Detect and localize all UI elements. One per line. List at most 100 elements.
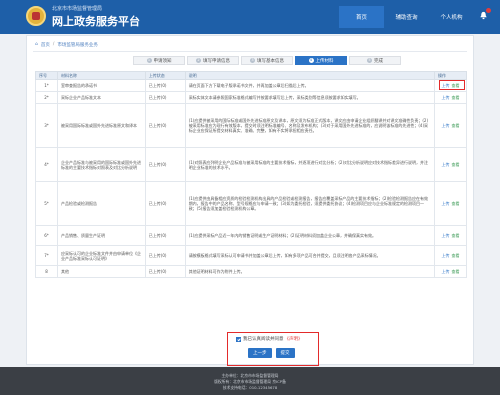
view-link[interactable]: 查看 xyxy=(452,95,460,100)
row-status: 已上传(0) xyxy=(144,265,186,278)
row-status: 已上传(0) xyxy=(144,103,186,148)
row-ops: 上传 查看 xyxy=(434,225,467,246)
row-name: 应采标认可的企业标准文件并由申请单位《企业产品标准采标认可证明》 xyxy=(56,245,146,266)
breadcrumb-home[interactable]: 首页 xyxy=(41,42,50,48)
top-header: 北京市市场监督管理局 网上政务服务平台 首页 辅助查询 个人机构 xyxy=(0,0,500,34)
highlight-submit-callout: 我已认真阅读并同意 《声明》 上一步 提交 xyxy=(227,332,319,366)
row-no: 4* xyxy=(35,147,58,182)
header-name: 材料名称 xyxy=(56,71,146,80)
row-no: 8 xyxy=(35,265,58,278)
page: 北京市市场监督管理局 网上政务服务平台 首页 辅助查询 个人机构 ⌂ 首页 / … xyxy=(0,0,500,395)
emblem-logo-icon xyxy=(26,6,46,26)
row-ops: 上传 查看 xyxy=(434,91,467,104)
main-nav: 首页 辅助查询 个人机构 xyxy=(339,6,474,28)
view-link[interactable]: 查看 xyxy=(452,162,460,167)
step-1: 1 申请须知 xyxy=(133,56,185,65)
row-note: (1)应提供被采用的国际标准或国外先进标准原文及译本，原文须为标准正式版本，译文… xyxy=(184,103,436,148)
upload-link[interactable]: 上传 xyxy=(442,95,450,100)
table-row: 1* 室审查报告的承诺书 已上传(0) 请在页面下方下载电子版承诺书文件，并再加… xyxy=(35,79,467,92)
row-no: 3* xyxy=(35,103,58,148)
row-no: 6* xyxy=(35,225,58,246)
row-note: (1)应提供由具备相应资质的检验检测机构出具的产品检验或检测报告，报告应覆盖采标… xyxy=(184,181,436,226)
row-no: 7* xyxy=(35,245,58,266)
row-status: 已上传(0) xyxy=(144,245,186,266)
row-status: 已上传(0) xyxy=(144,225,186,246)
brand-title: 网上政务服务平台 xyxy=(52,15,140,28)
row-note: 请在页面下方下载电子版承诺书文件，并再加盖公章后扫描后上传。 xyxy=(184,79,436,92)
row-ops: 上传 查看 xyxy=(434,245,467,266)
upload-link[interactable]: 上传 xyxy=(442,201,450,206)
step-2: 2 填写申请信息 xyxy=(187,56,239,65)
row-status: 已上传(0) xyxy=(144,147,186,182)
highlight-ops-callout xyxy=(439,80,465,90)
row-ops: 上传 查看 xyxy=(434,181,467,226)
footer-support: 技术支持电话：010-12345678 xyxy=(222,385,278,390)
nav-assist-query[interactable]: 辅助查询 xyxy=(384,6,429,28)
breadcrumb-separator: / xyxy=(52,42,55,47)
agree-text: 我已认真阅读并同意 xyxy=(243,337,284,342)
table-row: 2* 采标企业产品标准文本 已上传(0) 采标实体文本请参照国家标准格式编写并按… xyxy=(35,91,467,104)
row-status: 已上传(0) xyxy=(144,181,186,226)
table-row: 3* 被采用国际标准或国外先进标准原文和译本 已上传(0) (1)应提供被采用的… xyxy=(35,103,467,148)
prev-step-button[interactable]: 上一步 xyxy=(248,348,272,358)
agreement-row: 我已认真阅读并同意 《声明》 xyxy=(236,336,303,342)
view-link[interactable]: 查看 xyxy=(452,233,460,238)
breadcrumb-current[interactable]: 市场监管局服务业务 xyxy=(57,42,98,48)
row-name: 其他 xyxy=(56,265,146,278)
header-ops: 操作 xyxy=(434,71,467,80)
row-name: 产品销售、质量生产证明 xyxy=(56,225,146,246)
step-3: 3 填写基本信息 xyxy=(241,56,293,65)
notification-badge xyxy=(486,8,491,13)
view-link[interactable]: 查看 xyxy=(452,201,460,206)
row-ops: 上传 查看 xyxy=(434,147,467,182)
view-link[interactable]: 查看 xyxy=(452,269,460,274)
upload-link[interactable]: 上传 xyxy=(442,233,450,238)
table-row: 4* 企业产品标准与被采用的国际标准或国外先进标准的主要技术指标对照表及对比分析… xyxy=(35,147,467,182)
progress-steps: 1 申请须知 2 填写申请信息 3 填写基本信息 4 上传材料 5 完成 xyxy=(133,56,403,65)
header-note: 说明 xyxy=(184,71,436,80)
materials-table: 序号 材料名称 上传状态 说明 操作 1* 室审查报告的承诺书 已上传(0) 请… xyxy=(35,71,467,278)
row-status: 已上传(0) xyxy=(144,91,186,104)
table-row: 5* 产品检验或检测报告 已上传(0) (1)应提供由具备相应资质的检验检测机构… xyxy=(35,181,467,226)
divider xyxy=(33,51,467,52)
row-name: 产品检验或检测报告 xyxy=(56,181,146,226)
table-row: 6* 产品销售、质量生产证明 已上传(0) (1)应提供采标产品近一年内的销售证… xyxy=(35,225,467,246)
view-link[interactable]: 查看 xyxy=(452,123,460,128)
row-no: 5* xyxy=(35,181,58,226)
upload-link[interactable]: 上传 xyxy=(442,253,450,258)
step-5: 5 完成 xyxy=(349,56,401,65)
page-footer: 主办单位：北京市市场监督管理局 版权所有：北京市市场监督管理局 京ICP备 技术… xyxy=(0,367,500,395)
main-content: ⌂ 首页 / 市场监管局服务业务 1 申请须知 2 填写申请信息 3 填写基本信息 4… xyxy=(26,35,474,366)
row-status: 已上传(0) xyxy=(144,79,186,92)
row-no: 1* xyxy=(35,79,58,92)
upload-link[interactable]: 上传 xyxy=(442,123,450,128)
row-name: 企业产品标准与被采用的国际标准或国外先进标准的主要技术指标对照表及对比分析说明 xyxy=(56,147,146,182)
row-note: 其他证明材料可作为附件上传。 xyxy=(184,265,436,278)
upload-link[interactable]: 上传 xyxy=(442,162,450,167)
upload-link[interactable]: 上传 xyxy=(442,269,450,274)
row-name: 被采用国际标准或国外先进标准原文和译本 xyxy=(56,103,146,148)
home-icon: ⌂ xyxy=(35,42,38,47)
row-name: 采标企业产品标准文本 xyxy=(56,91,146,104)
agree-checkbox[interactable] xyxy=(236,336,241,342)
action-buttons: 上一步 提交 xyxy=(248,348,295,358)
row-name: 室审查报告的承诺书 xyxy=(56,79,146,92)
row-note: (1)对照表应列明企业产品标准与被采用标准的主要技术指标，并逐项进行对比分析；(… xyxy=(184,147,436,182)
row-note: 采标实体文本请参照国家标准格式编写并按要求填写后上传，采标类别等信息须按要求如实… xyxy=(184,91,436,104)
table-row: 8 其他 已上传(0) 其他证明材料可作为附件上传。 上传 查看 xyxy=(35,265,467,278)
submit-button[interactable]: 提交 xyxy=(275,348,295,358)
row-ops: 上传 查看 xyxy=(434,103,467,148)
breadcrumb: ⌂ 首页 / 市场监管局服务业务 xyxy=(35,42,98,48)
row-ops: 上传 查看 xyxy=(434,265,467,278)
nav-personal[interactable]: 个人机构 xyxy=(429,6,474,28)
row-note: (1)应提供采标产品近一年内的销售证明或生产证明材料；(2)证明材料须加盖企业公… xyxy=(184,225,436,246)
row-note: 请按模板格式填写采标认可申请书并加盖公章后上传，如有多项产品可合并提交，且须注明… xyxy=(184,245,436,266)
nav-home[interactable]: 首页 xyxy=(339,6,384,28)
table-header-row: 序号 材料名称 上传状态 说明 操作 xyxy=(35,71,467,80)
statement-link[interactable]: 《声明》 xyxy=(285,336,303,342)
header-no: 序号 xyxy=(35,71,58,80)
row-no: 2* xyxy=(35,91,58,104)
view-link[interactable]: 查看 xyxy=(452,253,460,258)
table-row: 7* 应采标认可的企业标准文件并由申请单位《企业产品标准采标认可证明》 已上传(… xyxy=(35,245,467,266)
brand-subtitle: 北京市市场监督管理局 xyxy=(52,6,103,12)
